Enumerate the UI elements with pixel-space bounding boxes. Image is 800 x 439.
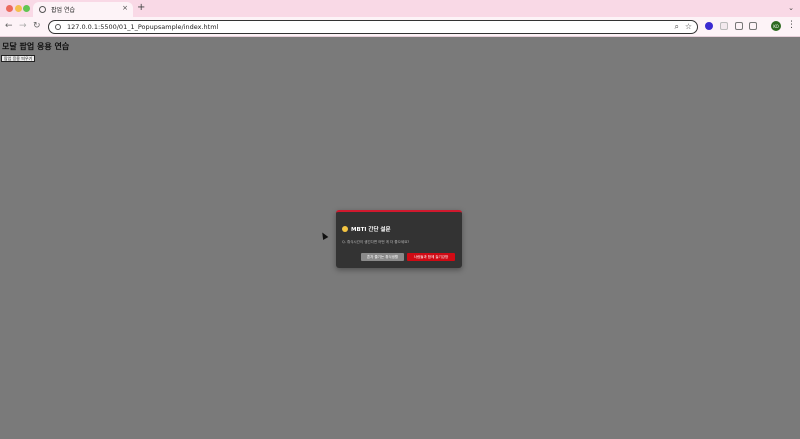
extension-icon[interactable] [705,22,713,30]
thinking-face-icon [342,226,348,232]
zoom-icon[interactable]: ⌕ [675,22,679,32]
globe-icon [39,6,46,13]
browser-toolbar: ← → ↻ 127.0.0.1:5500/01_1_Popupsample/in… [0,17,800,37]
close-window-icon[interactable] [6,5,13,12]
address-bar[interactable]: 127.0.0.1:5500/01_1_Popupsample/index.ht… [48,20,698,34]
new-tab-button[interactable]: + [137,3,145,13]
extension-icon[interactable] [720,22,728,30]
introvert-option-button[interactable]: 혼자 즐기는 휴식생활 [361,253,404,261]
tab-title: 팝업 연습 [51,7,75,14]
open-popup-button[interactable]: 팝업 응용 띄우기 [1,55,36,62]
camera-icon[interactable] [735,22,743,30]
browser-menu-icon[interactable]: ⋮ [787,20,796,30]
tab-strip: 팝업 연습 × + ⌄ [0,0,800,17]
maximize-window-icon[interactable] [23,5,30,12]
forward-button[interactable]: → [19,21,27,32]
modal-title-text: MBTI 간단 설문 [351,227,391,233]
modal-title: MBTI 간단 설문 [342,225,391,233]
reload-button[interactable]: ↻ [33,21,41,32]
info-icon[interactable] [55,24,61,30]
mouse-cursor-icon [319,230,329,241]
modal-question: Q. 휴식시간이 생긴다면 어떤 게 더 좋으세요? [342,240,410,244]
minimize-window-icon[interactable] [14,5,22,12]
back-button[interactable]: ← [5,21,13,32]
browser-tab[interactable]: 팝업 연습 × [33,2,133,17]
tab-search-icon[interactable]: ⌄ [788,4,794,12]
extensions-puzzle-icon[interactable] [749,22,757,30]
extrovert-option-button[interactable]: 사람들과 함께 놀기강방 [407,253,455,261]
url-text[interactable]: 127.0.0.1:5500/01_1_Popupsample/index.ht… [67,23,218,31]
avatar[interactable]: KO [771,21,781,31]
tab-close-icon[interactable]: × [122,5,128,12]
star-icon[interactable]: ☆ [685,22,692,32]
page-title: 모달 팝업 응용 연습 [2,42,70,51]
mbti-modal: MBTI 간단 설문 Q. 휴식시간이 생긴다면 어떤 게 더 좋으세요? 혼자… [336,210,462,268]
